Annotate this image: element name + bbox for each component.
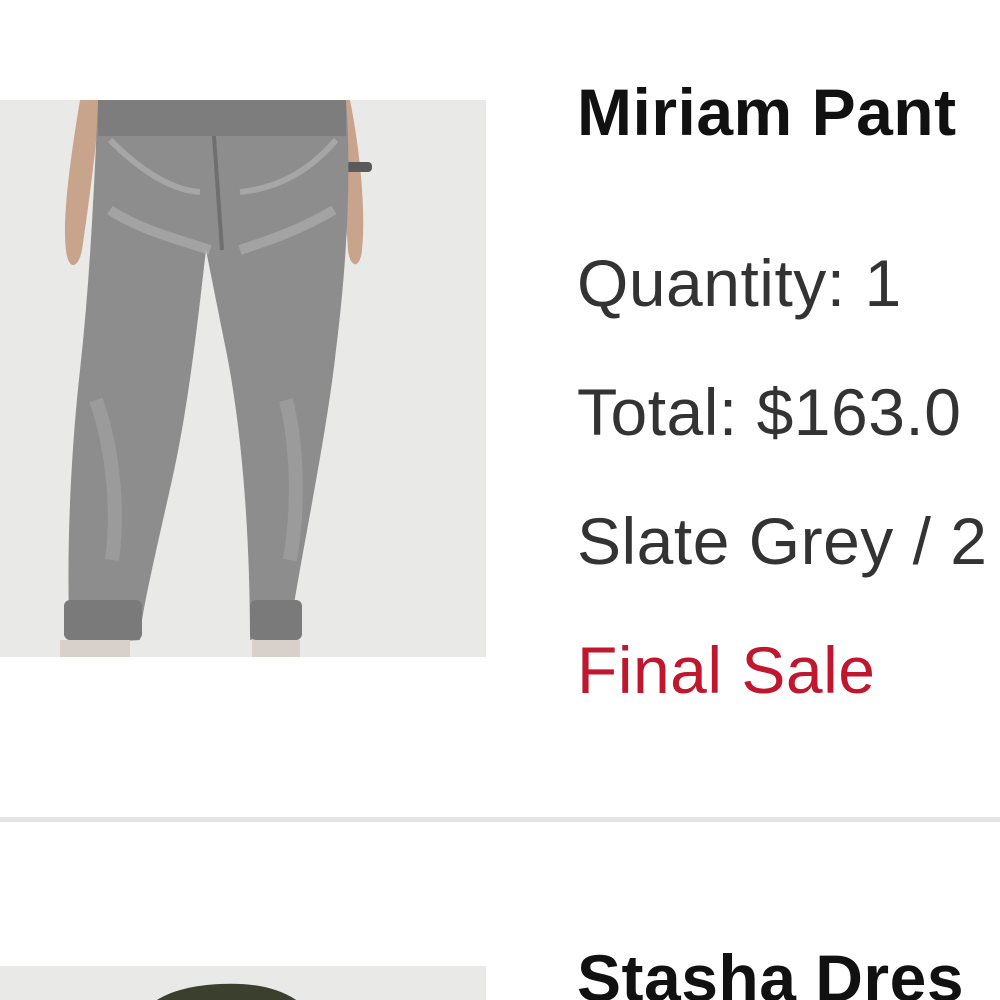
final-sale-label: Final Sale: [577, 633, 876, 707]
order-item: Stasha Dres: [0, 822, 1000, 1000]
quantity-text: Quantity: 1: [577, 246, 902, 320]
product-title[interactable]: Miriam Pant: [577, 74, 957, 150]
product-image[interactable]: [0, 966, 486, 1000]
total-text: Total: $163.0: [577, 375, 962, 449]
jeans-photo-icon: [0, 100, 486, 657]
order-item: Miriam Pant Quantity: 1 Total: $163.0 Sl…: [0, 0, 1000, 820]
variant-text: Slate Grey / 2: [577, 504, 988, 578]
dress-photo-icon: [0, 966, 486, 1000]
order-items-page: Miriam Pant Quantity: 1 Total: $163.0 Sl…: [0, 0, 1000, 1000]
product-image[interactable]: [0, 100, 486, 657]
product-title[interactable]: Stasha Dres: [577, 940, 964, 1000]
